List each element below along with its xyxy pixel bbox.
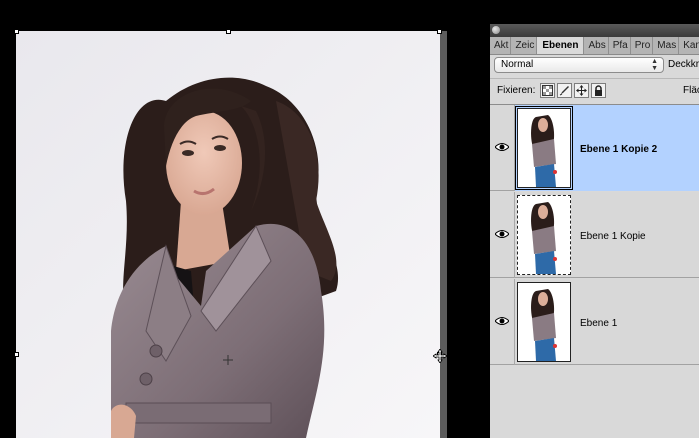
- select-arrows-icon: ▲ ▼: [651, 58, 658, 72]
- layer-content[interactable]: Ebene 1 Kopie 2: [515, 105, 699, 191]
- tab-zeichen[interactable]: Zeic: [511, 37, 538, 54]
- eye-icon: [495, 317, 509, 325]
- layers-panel: Akt Zeic Ebenen Abs Pfa Pro Mas Kan Norm…: [490, 24, 699, 438]
- visibility-toggle[interactable]: [490, 105, 515, 191]
- layer-row-ebene-1-kopie-2[interactable]: Ebene 1 Kopie 2: [490, 105, 699, 191]
- eye-icon: [495, 230, 509, 238]
- layer-row-ebene-1[interactable]: Ebene 1: [490, 279, 699, 365]
- layer-name: Ebene 1: [580, 318, 618, 329]
- tab-absatz[interactable]: Abs: [584, 37, 609, 54]
- layer-thumbnail: [517, 282, 571, 362]
- tab-pfade[interactable]: Pfa: [609, 37, 631, 54]
- lock-image-pixels-icon: [559, 86, 569, 96]
- lock-label: Fixieren:: [497, 85, 536, 96]
- layer-thumbnail: [515, 106, 573, 190]
- canvas-shadow: [440, 31, 447, 438]
- lock-transparent-pixels-button[interactable]: [540, 83, 555, 98]
- tab-masken[interactable]: Mas: [653, 37, 680, 54]
- lock-all-button[interactable]: [591, 83, 606, 98]
- layer-name: Ebene 1 Kopie 2: [580, 144, 658, 155]
- move-cursor-icon: [433, 349, 447, 363]
- transform-handle-top-right[interactable]: [437, 29, 442, 34]
- transform-handle-top-center[interactable]: [226, 29, 231, 34]
- document-canvas[interactable]: [16, 31, 440, 438]
- layer-name: Ebene 1 Kopie: [580, 231, 646, 242]
- tab-protokoll[interactable]: Pro: [631, 37, 654, 54]
- blend-mode-select[interactable]: Normal ▲ ▼: [494, 57, 664, 73]
- visibility-toggle[interactable]: [490, 192, 515, 278]
- layer-content[interactable]: Ebene 1 Kopie: [515, 192, 699, 278]
- layer-content[interactable]: Ebene 1: [515, 279, 699, 365]
- portrait-photo: [16, 31, 440, 438]
- panel-titlebar[interactable]: [490, 24, 699, 37]
- eye-icon: [495, 143, 509, 151]
- tab-aktionen[interactable]: Akt: [490, 37, 512, 54]
- lock-image-pixels-button[interactable]: [557, 83, 572, 98]
- close-icon[interactable]: [492, 26, 500, 34]
- layer-row-ebene-1-kopie[interactable]: Ebene 1 Kopie: [490, 192, 699, 278]
- lock-transparent-pixels-icon: [542, 85, 553, 96]
- layer-thumbnail: [517, 195, 571, 275]
- lock-all-icon: [595, 85, 602, 96]
- panel-tabbar: Akt Zeic Ebenen Abs Pfa Pro Mas Kan: [490, 37, 699, 55]
- tab-kanaele[interactable]: Kan: [679, 37, 699, 54]
- tab-ebenen[interactable]: Ebenen: [537, 37, 585, 54]
- blend-mode-value: Normal: [501, 59, 534, 70]
- transform-handle-top-left[interactable]: [14, 29, 19, 34]
- lock-position-icon: [576, 85, 587, 96]
- visibility-toggle[interactable]: [490, 279, 515, 365]
- lock-position-button[interactable]: [574, 83, 589, 98]
- divider: [490, 78, 699, 79]
- opacity-label: Deckkr: [668, 59, 699, 70]
- transform-handle-middle-left[interactable]: [14, 352, 19, 357]
- fill-label: Fläc: [683, 85, 699, 96]
